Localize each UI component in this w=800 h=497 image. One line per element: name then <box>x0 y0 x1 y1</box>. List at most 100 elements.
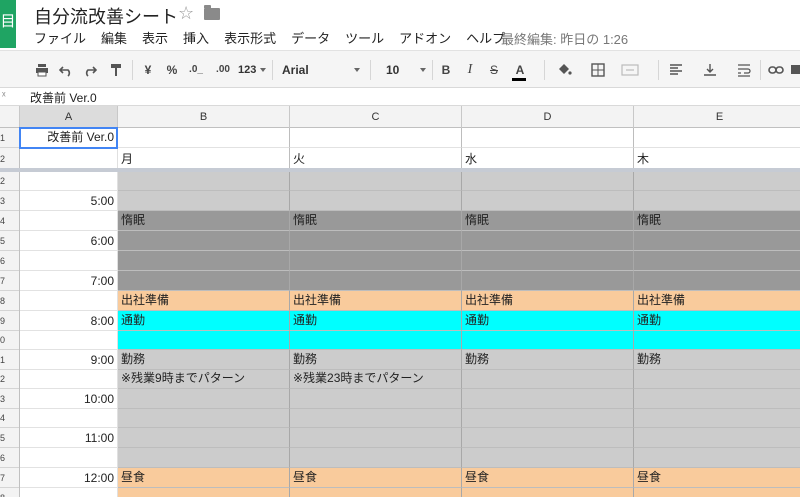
cell-a-8[interactable]: 7:00 <box>20 271 118 291</box>
italic-button[interactable]: I <box>462 60 478 80</box>
menu-edit[interactable]: 編集 <box>101 28 127 46</box>
align-horizontal-button[interactable] <box>666 60 686 80</box>
cell-b-12[interactable]: 勤務 <box>118 350 290 370</box>
last-edit-status[interactable]: 最終編集: 昨日の 1:26 <box>501 29 628 48</box>
cell-c-5[interactable]: 惰眠 <box>290 211 462 231</box>
cell-e-9[interactable]: 出社準備 <box>634 291 800 311</box>
cell-e-12[interactable]: 勤務 <box>634 350 800 370</box>
row-header[interactable]: 8 <box>0 488 19 497</box>
merge-cells-button[interactable] <box>618 60 642 80</box>
cell-b-11[interactable] <box>118 331 290 350</box>
cell-c-15[interactable] <box>290 409 462 428</box>
cell-d-3[interactable] <box>462 172 634 191</box>
borders-button[interactable] <box>588 60 608 80</box>
row-header[interactable]: 2 <box>0 148 19 170</box>
cell-d-10[interactable]: 通勤 <box>462 311 634 331</box>
cell-c-19[interactable] <box>290 488 462 497</box>
cell-b-4[interactable] <box>118 191 290 211</box>
strikethrough-button[interactable]: S <box>486 60 502 80</box>
cell-e-18[interactable]: 昼食 <box>634 468 800 488</box>
cell-b-13[interactable]: ※残業9時までパターン <box>118 370 290 389</box>
text-color-button[interactable]: A <box>508 60 532 81</box>
row-header[interactable]: 7 <box>0 271 19 291</box>
cell-c-14[interactable] <box>290 389 462 409</box>
menu-addons[interactable]: アドオン <box>399 28 451 46</box>
cell-d-8[interactable] <box>462 271 634 291</box>
undo-button[interactable] <box>56 60 76 80</box>
cell-a-2[interactable] <box>20 148 118 170</box>
cell-b-10[interactable]: 通勤 <box>118 311 290 331</box>
cell-c-17[interactable] <box>290 448 462 468</box>
cell-d-5[interactable]: 惰眠 <box>462 211 634 231</box>
row-header[interactable]: 8 <box>0 291 19 311</box>
cell-e-15[interactable] <box>634 409 800 428</box>
cell-d-13[interactable] <box>462 370 634 389</box>
cell-a-9[interactable] <box>20 291 118 311</box>
cell-e-7[interactable] <box>634 251 800 271</box>
formula-input[interactable]: 改善前 Ver.0 <box>30 89 97 106</box>
cell-b-3[interactable] <box>118 172 290 191</box>
cell-e-3[interactable] <box>634 172 800 191</box>
cell-e-10[interactable]: 通勤 <box>634 311 800 331</box>
cell-e-1[interactable] <box>634 128 800 148</box>
cell-e-17[interactable] <box>634 448 800 468</box>
cell-a-19[interactable] <box>20 488 118 497</box>
cell-b-2[interactable]: 月 <box>118 148 290 170</box>
currency-button[interactable]: ¥ <box>140 60 156 80</box>
cell-b-5[interactable]: 惰眠 <box>118 211 290 231</box>
cell-e-8[interactable] <box>634 271 800 291</box>
menu-insert[interactable]: 挿入 <box>183 28 209 46</box>
increase-decimal-button[interactable]: .00 <box>212 60 234 80</box>
cell-c-12[interactable]: 勤務 <box>290 350 462 370</box>
row-header[interactable]: 6 <box>0 251 19 271</box>
cell-e-11[interactable] <box>634 331 800 350</box>
menu-help[interactable]: ヘルプ <box>466 28 505 46</box>
cell-b-6[interactable] <box>118 231 290 251</box>
menu-tools[interactable]: ツール <box>345 28 384 46</box>
cell-a-11[interactable] <box>20 331 118 350</box>
star-icon[interactable]: ☆ <box>178 3 194 24</box>
cell-d-12[interactable]: 勤務 <box>462 350 634 370</box>
row-header[interactable]: 5 <box>0 231 19 251</box>
cell-c-13[interactable]: ※残業23時までパターン <box>290 370 462 389</box>
row-header[interactable]: 9 <box>0 311 19 331</box>
cell-c-2[interactable]: 火 <box>290 148 462 170</box>
cell-e-14[interactable] <box>634 389 800 409</box>
paint-format-button[interactable] <box>106 60 126 80</box>
font-family-dropdown[interactable]: Arial <box>282 60 362 80</box>
row-header[interactable]: 2 <box>0 172 19 191</box>
cell-e-16[interactable] <box>634 428 800 448</box>
cell-b-1[interactable] <box>118 128 290 148</box>
cell-e-2[interactable]: 木 <box>634 148 800 170</box>
cell-e-4[interactable] <box>634 191 800 211</box>
cell-b-7[interactable] <box>118 251 290 271</box>
row-header[interactable]: 1 <box>0 350 19 370</box>
cell-d-4[interactable] <box>462 191 634 211</box>
cell-e-6[interactable] <box>634 231 800 251</box>
cell-a-1[interactable]: 改善前 Ver.0 <box>20 128 118 148</box>
cell-d-6[interactable] <box>462 231 634 251</box>
bold-button[interactable]: B <box>438 60 454 80</box>
row-header[interactable]: 1 <box>0 128 19 148</box>
cell-a-18[interactable]: 12:00 <box>20 468 118 488</box>
insert-comment-button[interactable] <box>790 60 800 80</box>
insert-link-button[interactable] <box>766 60 786 80</box>
cell-a-7[interactable] <box>20 251 118 271</box>
row-header[interactable]: 3 <box>0 191 19 211</box>
column-header-a[interactable]: A <box>20 106 118 128</box>
menu-data[interactable]: データ <box>291 28 330 46</box>
cell-b-9[interactable]: 出社準備 <box>118 291 290 311</box>
column-header-b[interactable]: B <box>118 106 290 128</box>
row-header[interactable]: 5 <box>0 428 19 448</box>
cell-d-11[interactable] <box>462 331 634 350</box>
row-header[interactable]: 4 <box>0 211 19 231</box>
cell-c-4[interactable] <box>290 191 462 211</box>
sheets-logo-icon[interactable]: 目 <box>0 0 16 48</box>
cell-a-17[interactable] <box>20 448 118 468</box>
cell-c-18[interactable]: 昼食 <box>290 468 462 488</box>
cell-b-8[interactable] <box>118 271 290 291</box>
cell-c-11[interactable] <box>290 331 462 350</box>
cell-d-15[interactable] <box>462 409 634 428</box>
cell-d-16[interactable] <box>462 428 634 448</box>
cell-d-9[interactable]: 出社準備 <box>462 291 634 311</box>
